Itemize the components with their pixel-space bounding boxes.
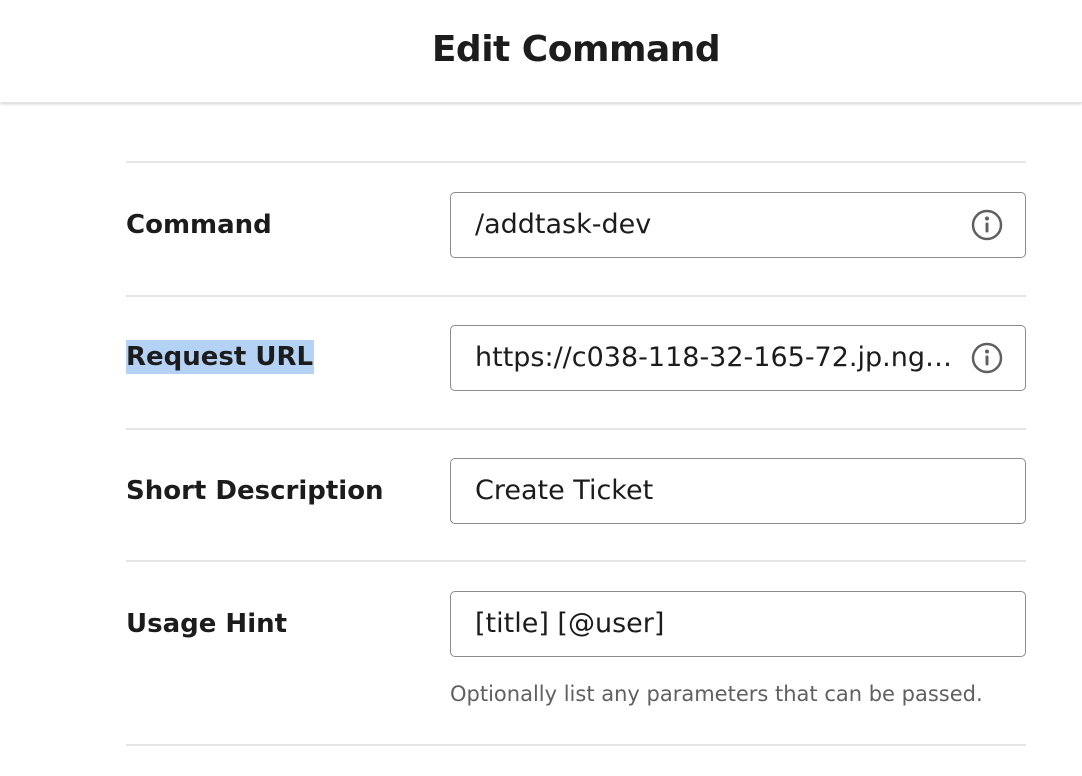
command-input[interactable]: /addtask-dev (450, 192, 1026, 258)
info-icon[interactable] (971, 342, 1003, 374)
usage-hint-input-value: [title] [@user] (475, 608, 665, 639)
usage-hint-help-text: Optionally list any parameters that can … (450, 682, 983, 706)
short-description-input-value: Create Ticket (475, 475, 654, 506)
info-icon[interactable] (971, 209, 1003, 241)
command-label: Command (126, 210, 272, 240)
page-title: Edit Command (431, 29, 721, 70)
request-url-label: Request URL (126, 340, 315, 374)
request-url-input[interactable]: https://c038-118-32-165-72.jp.ngr… (450, 325, 1026, 391)
command-input-value: /addtask-dev (475, 209, 652, 240)
usage-hint-label: Usage Hint (126, 609, 288, 639)
short-description-label: Short Description (126, 476, 384, 506)
short-description-input[interactable]: Create Ticket (450, 458, 1026, 524)
usage-hint-input[interactable]: [title] [@user] (450, 591, 1026, 657)
divider (126, 560, 1026, 562)
divider (126, 428, 1026, 430)
modal-header: Edit Command (0, 0, 1082, 103)
divider (126, 744, 1026, 746)
divider (126, 295, 1026, 297)
request-url-input-value: https://c038-118-32-165-72.jp.ngr… (475, 342, 955, 373)
divider (126, 161, 1026, 163)
